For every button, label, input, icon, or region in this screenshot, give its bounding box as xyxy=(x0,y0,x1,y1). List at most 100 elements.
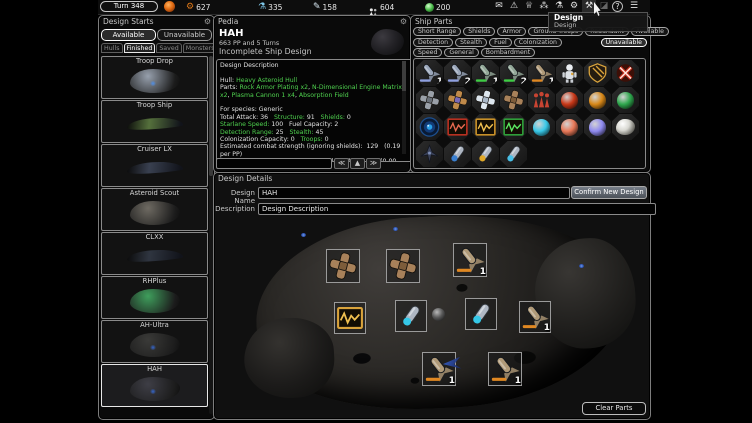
pedia-back-button[interactable]: ≪ xyxy=(334,158,349,169)
pedia-search-input[interactable] xyxy=(216,158,332,169)
part-orb-teal-flare[interactable] xyxy=(528,114,555,140)
part-link[interactable]: Troops: xyxy=(301,136,325,143)
ship-design-item-cruiser-lx[interactable]: Cruiser LX xyxy=(101,144,208,187)
tab-hulls[interactable]: Hulls xyxy=(101,43,123,53)
part-orb-amber[interactable] xyxy=(584,87,611,113)
clear-parts-button[interactable]: Clear Parts xyxy=(582,402,646,415)
tab-saved[interactable]: Saved xyxy=(156,43,181,53)
filter-detection[interactable]: Detection xyxy=(413,38,453,47)
ship-design-item-ah-ultra[interactable]: AH-Ultra xyxy=(101,320,208,363)
messages-button[interactable]: ✉ xyxy=(492,0,506,13)
part-plating-amber-violet[interactable] xyxy=(444,87,471,113)
part-link[interactable]: Shields: xyxy=(321,114,347,121)
part-troop-figures[interactable] xyxy=(528,87,555,113)
filter-short-range[interactable]: Short Range xyxy=(413,27,461,36)
empires-button[interactable]: ♕ xyxy=(522,0,536,13)
filter-shields[interactable]: Shields xyxy=(463,27,495,36)
gear-icon[interactable]: ⚙ xyxy=(204,17,211,26)
slot-plasma-cannon-1[interactable]: 1 xyxy=(453,243,487,277)
design-name-input[interactable] xyxy=(258,187,570,199)
ship-design-item-asteroid-scout[interactable]: Asteroid Scout xyxy=(101,188,208,231)
part-missile-amber[interactable] xyxy=(472,141,499,167)
part-detector-eye[interactable] xyxy=(416,114,443,140)
part-waveform-green[interactable] xyxy=(500,114,527,140)
part-plating-gray[interactable] xyxy=(416,87,443,113)
ship-design-item-rhplus[interactable]: RHPlus xyxy=(101,276,208,319)
part-orb-coral[interactable] xyxy=(556,114,583,140)
filter-fuel[interactable]: Fuel xyxy=(489,38,512,47)
part-orb-green[interactable] xyxy=(612,87,639,113)
part-orb-red[interactable] xyxy=(556,87,583,113)
slot-plasma-cannon-1[interactable]: 1 xyxy=(519,301,551,333)
ship-design-item-troop-ship[interactable]: Troop Ship xyxy=(101,100,208,143)
part-missile-cyan[interactable] xyxy=(500,141,527,167)
slot-plasma-cannon-1[interactable]: 1 xyxy=(488,352,522,386)
pedia-up-button[interactable]: ▲ xyxy=(350,158,365,169)
part-waveform-red[interactable] xyxy=(444,114,471,140)
plating-gray-icon xyxy=(418,89,441,111)
help-button[interactable]: ? xyxy=(612,1,623,12)
part-link[interactable]: Absorption Field xyxy=(299,92,349,99)
part-link[interactable]: Plasma Cannon 1 x4 xyxy=(232,92,295,99)
part-mass-driver-2[interactable]: 2 xyxy=(444,60,471,86)
filter-bombardment[interactable]: Bombardment xyxy=(481,48,535,57)
slot-engine-pod[interactable] xyxy=(465,298,497,330)
part-rock-white[interactable] xyxy=(612,114,639,140)
part-fighter-bay[interactable] xyxy=(416,141,443,167)
filter-colonization[interactable]: Colonization xyxy=(514,38,562,47)
availability-available[interactable]: Available xyxy=(101,29,156,41)
filter-stealth[interactable]: Stealth xyxy=(455,38,487,47)
part-ground-troops-robot[interactable] xyxy=(556,60,583,86)
ship-design-item-hah[interactable]: HAH xyxy=(101,364,208,407)
part-mass-driver-1[interactable]: 1 xyxy=(416,60,443,86)
part-count-badge: 1 xyxy=(549,78,555,87)
part-plating-brown[interactable] xyxy=(500,87,527,113)
part-waveform-amber[interactable] xyxy=(472,114,499,140)
gear-icon[interactable]: ⚙ xyxy=(400,17,407,26)
part-link[interactable]: Starlane Speed: xyxy=(220,121,271,128)
pedia-forward-button[interactable]: ≫ xyxy=(366,158,381,169)
tab-finished[interactable]: Finished xyxy=(124,43,156,53)
part-gold-shield[interactable] xyxy=(584,60,611,86)
availability-unavailable[interactable]: Unavailable xyxy=(157,29,212,41)
description-text: 25 xyxy=(276,129,290,136)
part-laser-2[interactable]: 2 xyxy=(500,60,527,86)
part-red-burst[interactable] xyxy=(612,60,639,86)
slot-rock-armor-plating[interactable] xyxy=(326,249,360,283)
filter-row-2: DetectionStealthFuelColonization Unavaila… xyxy=(413,38,647,47)
filter-general[interactable]: General xyxy=(444,48,478,57)
filter-armor[interactable]: Armor xyxy=(497,27,526,36)
part-laser-1[interactable]: 1 xyxy=(472,60,499,86)
happiness-value: 200 xyxy=(436,3,450,12)
pedia-panel: Pedia ⚙ HAH 663 PP and 5 Turns Incomplet… xyxy=(213,15,411,173)
ship-design-item-troop-drop[interactable]: Troop Drop xyxy=(101,56,208,99)
slot-rock-armor-plating[interactable] xyxy=(386,249,420,283)
rock-armor-plating-icon xyxy=(328,251,358,281)
research-value: 335 xyxy=(268,3,282,12)
part-orb-violet[interactable] xyxy=(584,114,611,140)
filter-speed[interactable]: Speed xyxy=(413,48,442,57)
design-description-input[interactable] xyxy=(258,203,656,215)
turn-button[interactable]: Turn 348 xyxy=(100,1,158,12)
combat-alert-icon[interactable] xyxy=(164,1,175,12)
confirm-new-design-button[interactable]: Confirm New Design xyxy=(571,186,647,199)
description-scrollbar[interactable] xyxy=(402,61,406,154)
slot-engine-pod[interactable] xyxy=(395,300,427,332)
slot-hull-node[interactable] xyxy=(431,307,446,322)
part-link[interactable]: Stealth: xyxy=(289,129,315,136)
description-line: Detection Range: 25 Stealth: 45 xyxy=(220,129,406,136)
ground-troops-robot-icon xyxy=(558,62,581,84)
ship-design-item-clxx[interactable]: CLXX xyxy=(101,232,208,275)
part-link[interactable]: Heavy Asteroid Hull xyxy=(236,77,297,84)
part-link[interactable]: Rock Armor Plating x2 xyxy=(240,84,309,91)
part-pod-blue[interactable] xyxy=(444,141,471,167)
part-plating-white[interactable] xyxy=(472,87,499,113)
slot-plasma-cannon-1[interactable]: 1 xyxy=(422,352,456,386)
slot-absorption-field[interactable] xyxy=(334,302,366,334)
description-line: For species: Generic xyxy=(220,106,406,113)
part-link[interactable]: Structure: xyxy=(274,114,307,121)
part-link[interactable]: Detection Range: xyxy=(220,129,276,136)
part-plasma-cannon-1[interactable]: 1 xyxy=(528,60,555,86)
filter-unavailable[interactable]: Unavailable xyxy=(601,38,647,47)
sitrep-button[interactable]: ⚠ xyxy=(507,0,521,13)
